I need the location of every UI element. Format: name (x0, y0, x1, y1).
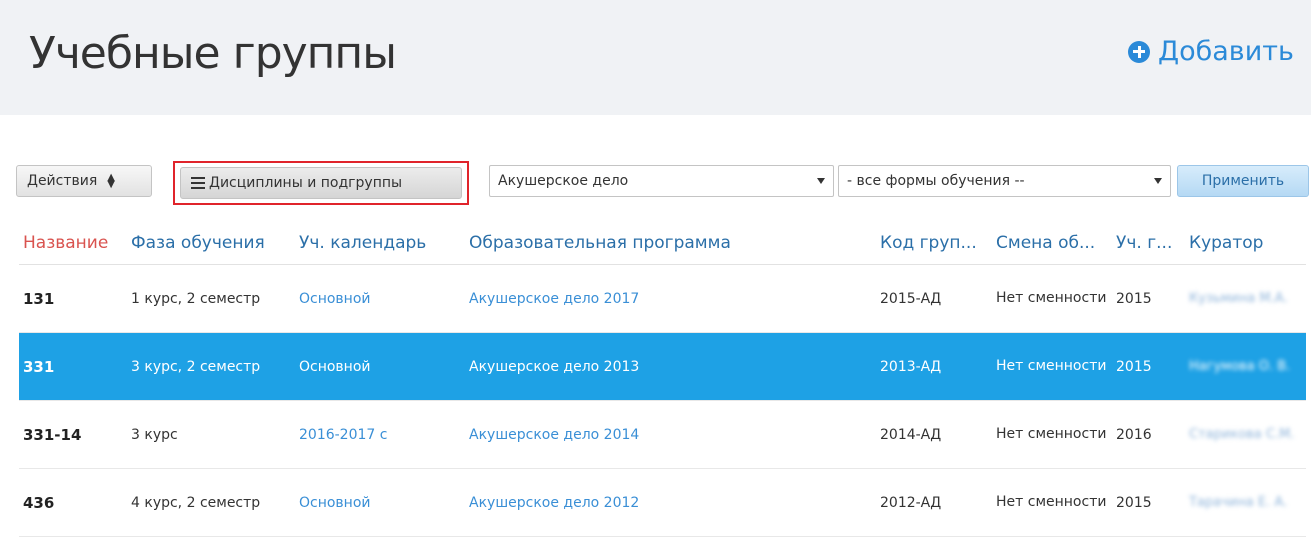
add-button-label: Добавить (1158, 36, 1294, 67)
group-phase: 3 курс (127, 400, 295, 469)
program-link[interactable]: Акушерское дело 2013 (465, 332, 876, 401)
group-name[interactable]: 331-14 (19, 400, 127, 469)
curator-link[interactable]: Тарачина Е. А. (1189, 495, 1287, 510)
group-name[interactable]: 331 (19, 332, 127, 401)
plus-circle-icon (1128, 40, 1150, 63)
group-shift: Нет сменности (992, 264, 1112, 333)
group-name[interactable]: 436 (19, 468, 127, 537)
table-row[interactable]: 331-14 3 курс 2016-2017 с Акушерское дел… (19, 400, 1306, 469)
group-code: 2013-АД (876, 332, 992, 401)
table-header-row: Название Фаза обучения Уч. календарь Обр… (19, 222, 1306, 265)
groups-table: Название Фаза обучения Уч. календарь Обр… (19, 222, 1306, 537)
program-link[interactable]: Акушерское дело 2012 (465, 468, 876, 537)
col-name[interactable]: Название (19, 222, 127, 265)
curator-link[interactable]: Кузьмина М.А. (1189, 291, 1288, 306)
group-phase: 4 курс, 2 семестр (127, 468, 295, 537)
apply-button[interactable]: Применить (1177, 165, 1309, 197)
group-year: 2015 (1112, 264, 1185, 333)
group-shift: Нет сменности (992, 400, 1112, 469)
program-link[interactable]: Акушерское дело 2017 (465, 264, 876, 333)
actions-label: Действия (27, 173, 98, 189)
group-code: 2014-АД (876, 400, 992, 469)
group-name[interactable]: 131 (19, 264, 127, 333)
col-curator[interactable]: Куратор (1185, 222, 1306, 265)
program-select[interactable]: Акушерское дело (489, 165, 834, 197)
calendar-link[interactable]: Основной (295, 264, 465, 333)
group-year: 2016 (1112, 400, 1185, 469)
group-year: 2015 (1112, 332, 1185, 401)
group-year: 2015 (1112, 468, 1185, 537)
table-row[interactable]: 131 1 курс, 2 семестр Основной Акушерско… (19, 264, 1306, 333)
form-select-value: - все формы обучения -- (847, 173, 1025, 189)
form-select[interactable]: - все формы обучения -- (838, 165, 1171, 197)
calendar-link[interactable]: Основной (295, 468, 465, 537)
table-row[interactable]: 331 3 курс, 2 семестр Основной Акушерско… (19, 332, 1306, 401)
col-program[interactable]: Образовательная программа (465, 222, 876, 265)
group-code: 2015-АД (876, 264, 992, 333)
col-year[interactable]: Уч. г... (1112, 222, 1185, 265)
toolbar: Действия ▲ ▼ Дисциплины и подгруппы Акуше… (0, 161, 1311, 205)
updown-icon: ▲ ▼ (107, 172, 115, 190)
col-shift[interactable]: Смена об... (992, 222, 1112, 265)
col-code[interactable]: Код груп... (876, 222, 992, 265)
group-code: 2012-АД (876, 468, 992, 537)
disciplines-label: Дисциплины и подгруппы (209, 175, 403, 191)
program-link[interactable]: Акушерское дело 2014 (465, 400, 876, 469)
col-phase[interactable]: Фаза обучения (127, 222, 295, 265)
add-button[interactable]: Добавить (1128, 36, 1294, 67)
actions-dropdown[interactable]: Действия ▲ ▼ (16, 165, 152, 197)
caret-down-icon (817, 178, 825, 184)
page-title: Учебные группы (29, 28, 397, 79)
page-header: Учебные группы Добавить (0, 0, 1311, 115)
list-icon (191, 177, 205, 189)
group-phase: 1 курс, 2 семестр (127, 264, 295, 333)
curator-link[interactable]: Нагумова О. В. (1189, 359, 1290, 374)
curator-link[interactable]: Старикова С.М. (1189, 427, 1294, 442)
group-shift: Нет сменности (992, 468, 1112, 537)
program-select-value: Акушерское дело (498, 173, 629, 189)
calendar-link[interactable]: 2016-2017 с (295, 400, 465, 469)
group-phase: 3 курс, 2 семестр (127, 332, 295, 401)
caret-down-icon (1154, 178, 1162, 184)
disciplines-button[interactable]: Дисциплины и подгруппы (180, 167, 462, 199)
group-shift: Нет сменности (992, 332, 1112, 401)
calendar-link[interactable]: Основной (295, 332, 465, 401)
table-row[interactable]: 436 4 курс, 2 семестр Основной Акушерско… (19, 468, 1306, 537)
col-calendar[interactable]: Уч. календарь (295, 222, 465, 265)
